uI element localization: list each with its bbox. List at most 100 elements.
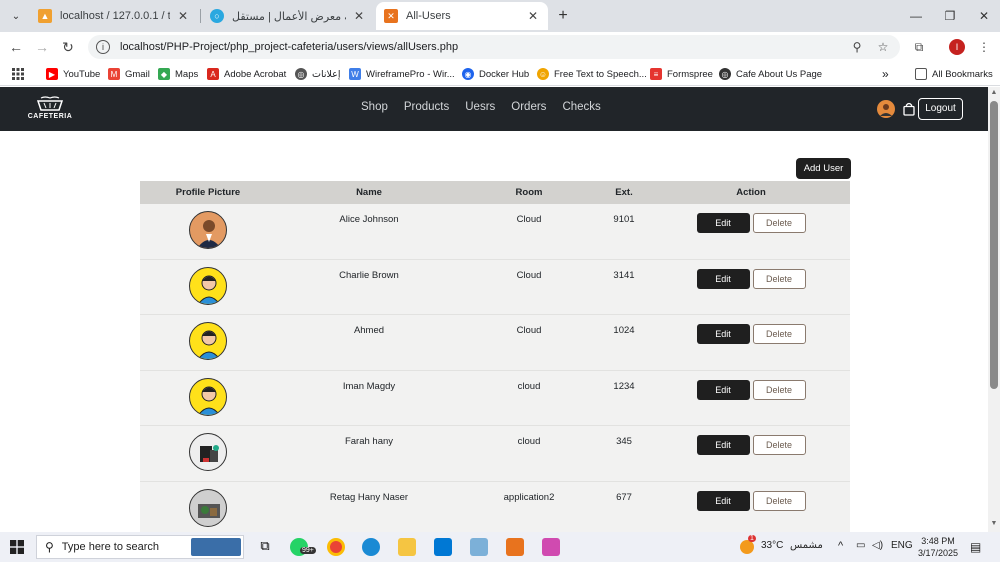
tab-close-icon[interactable]: ✕ xyxy=(352,9,366,23)
delete-button[interactable]: Delete xyxy=(752,379,806,400)
shopping-bag-icon[interactable] xyxy=(902,102,916,116)
bookmark-docker-hub[interactable]: ◉ Docker Hub xyxy=(462,66,529,82)
tab-search-chevron-icon[interactable]: ⌄ xyxy=(6,6,26,26)
header-room: Room xyxy=(515,187,543,198)
weather-text[interactable]: مشمس xyxy=(790,540,823,551)
volume-icon[interactable]: ◁) xyxy=(872,540,883,551)
nav-users[interactable]: Uesrs xyxy=(465,101,495,113)
bookmark-text-to-speech[interactable]: ☺ Free Text to Speech... xyxy=(537,66,647,82)
bookmark-gmail[interactable]: M Gmail xyxy=(108,66,150,82)
table-row: Retag Hany Naser application2 677 Edit D… xyxy=(140,481,850,532)
user-avatar[interactable] xyxy=(877,100,895,118)
product-photo-icon xyxy=(198,503,220,518)
edit-button[interactable]: Edit xyxy=(696,435,750,456)
header-profile-picture: Profile Picture xyxy=(175,187,241,198)
bookmark-maps[interactable]: ◆ Maps xyxy=(158,66,198,82)
apps-grid-icon[interactable] xyxy=(12,66,24,82)
delete-button[interactable]: Delete xyxy=(752,435,806,456)
tab-mostaql[interactable]: ○ إضافة معرض الأعمال | مستقل ✕ xyxy=(202,2,374,30)
tab-phpmyadmin[interactable]: ▲ localhost / 127.0.0.1 / topics | p ✕ xyxy=(30,2,198,30)
edit-button[interactable]: Edit xyxy=(696,490,750,511)
edge-icon[interactable] xyxy=(362,538,380,556)
tab-all-users[interactable]: ✕ All-Users ✕ xyxy=(376,2,548,30)
nav-shop[interactable]: Shop xyxy=(361,101,388,113)
more-bookmarks-chevron-icon[interactable]: » xyxy=(882,66,889,82)
language-indicator[interactable]: ENG xyxy=(891,540,913,551)
nav-products[interactable]: Products xyxy=(404,101,449,113)
globe-icon: ◎ xyxy=(295,68,307,80)
system-clock[interactable]: 3:48 PM 3/17/2025 xyxy=(918,535,958,559)
forward-arrow-icon[interactable]: → xyxy=(32,37,52,57)
network-icon[interactable]: ▭ xyxy=(856,540,865,551)
all-bookmarks[interactable]: All Bookmarks xyxy=(915,66,993,82)
temperature[interactable]: 33°C xyxy=(761,540,783,551)
bookmark-formspree[interactable]: ≡ Formspree xyxy=(650,66,713,82)
search-icon: ⚲ xyxy=(45,540,54,554)
new-tab-plus-icon[interactable]: + xyxy=(553,6,573,26)
cafeteria-logo[interactable]: CAFETERIA xyxy=(26,96,74,124)
edit-button[interactable]: Edit xyxy=(696,324,750,345)
scroll-up-arrow-icon[interactable]: ▲ xyxy=(988,89,1000,99)
omnibox[interactable]: i localhost/PHP-Project/php_project-cafe… xyxy=(88,35,900,59)
scroll-thumb[interactable] xyxy=(990,101,998,389)
zoom-magnifier-icon[interactable]: ⚲ xyxy=(848,40,866,54)
extensions-puzzle-icon[interactable]: ⧉ xyxy=(910,38,928,56)
minimize-icon[interactable]: — xyxy=(906,6,926,26)
name-cell: Retag Hany Naser xyxy=(329,491,409,503)
bookmark-label: WireframePro - Wir... xyxy=(366,68,455,80)
notifications-icon[interactable]: ▤ xyxy=(970,540,981,554)
xampp-icon[interactable] xyxy=(506,538,524,556)
reload-icon[interactable]: ↻ xyxy=(58,37,78,57)
tab-close-icon[interactable]: ✕ xyxy=(176,9,190,23)
window-close-icon[interactable]: ✕ xyxy=(974,6,994,26)
nav-checks[interactable]: Checks xyxy=(562,101,600,113)
restore-icon[interactable]: ❐ xyxy=(940,6,960,26)
bookmark-youtube[interactable]: ▶ YouTube xyxy=(46,66,100,82)
name-cell: Ahmed xyxy=(353,325,385,337)
edit-button[interactable]: Edit xyxy=(696,379,750,400)
logout-button[interactable]: Logout xyxy=(918,98,963,120)
tray-chevron-up-icon[interactable]: ^ xyxy=(838,540,843,552)
room-cell: application2 xyxy=(503,491,555,503)
taskbar-search-input[interactable]: ⚲ Type here to search xyxy=(36,535,244,559)
figma-icon[interactable] xyxy=(542,538,560,556)
chrome-icon[interactable] xyxy=(327,538,345,556)
windows-taskbar: ⚲ Type here to search ⧉ 99+ 1 33°C مشمس … xyxy=(0,532,1000,562)
youtube-icon: ▶ xyxy=(46,68,58,80)
speech-icon: ☺ xyxy=(537,68,549,80)
man-photo-icon xyxy=(197,220,221,248)
bookmark-adobe-acrobat[interactable]: A Adobe Acrobat xyxy=(207,66,286,82)
back-arrow-icon[interactable]: ← xyxy=(6,37,26,57)
site-info-icon[interactable]: i xyxy=(96,40,110,54)
maps-icon: ◆ xyxy=(158,68,170,80)
windows-start-icon[interactable] xyxy=(10,540,24,554)
file-explorer-icon[interactable] xyxy=(398,538,416,556)
bookmark-cafe-about-us[interactable]: ◎ Cafe About Us Page xyxy=(719,66,822,82)
add-user-button[interactable]: Add User xyxy=(796,158,851,179)
clock-date: 3/17/2025 xyxy=(918,548,959,558)
delete-button[interactable]: Delete xyxy=(752,324,806,345)
url-text[interactable]: localhost/PHP-Project/php_project-cafete… xyxy=(120,41,848,53)
task-view-icon[interactable]: ⧉ xyxy=(256,538,274,556)
profile-avatar[interactable]: I xyxy=(949,39,965,55)
menu-kebab-icon[interactable]: ⋮ xyxy=(975,38,993,56)
edit-button[interactable]: Edit xyxy=(696,268,750,289)
bookmark-ads[interactable]: ◎ إعلانات xyxy=(295,66,340,82)
tab-divider xyxy=(200,9,201,23)
bookmark-star-icon[interactable]: ☆ xyxy=(874,40,892,54)
delete-button[interactable]: Delete xyxy=(752,213,806,233)
delete-button[interactable]: Delete xyxy=(752,490,806,511)
scroll-down-arrow-icon[interactable]: ▼ xyxy=(988,520,1000,530)
bookmark-wireframepro[interactable]: W WireframePro - Wir... xyxy=(349,66,455,82)
edit-button[interactable]: Edit xyxy=(696,213,750,233)
delete-button[interactable]: Delete xyxy=(752,268,806,289)
page-scrollbar[interactable]: ▲ ▼ xyxy=(988,87,1000,532)
ext-cell: 9101 xyxy=(613,214,635,225)
weather-sun-icon[interactable] xyxy=(740,540,754,554)
notepad-icon[interactable] xyxy=(470,538,488,556)
phpmyadmin-icon: ▲ xyxy=(38,9,52,23)
nav-orders[interactable]: Orders xyxy=(511,101,546,113)
tab-close-icon[interactable]: ✕ xyxy=(526,9,540,23)
table-row: Ahmed Cloud 1024 Edit Delete xyxy=(140,315,850,371)
vscode-icon[interactable] xyxy=(434,538,452,556)
